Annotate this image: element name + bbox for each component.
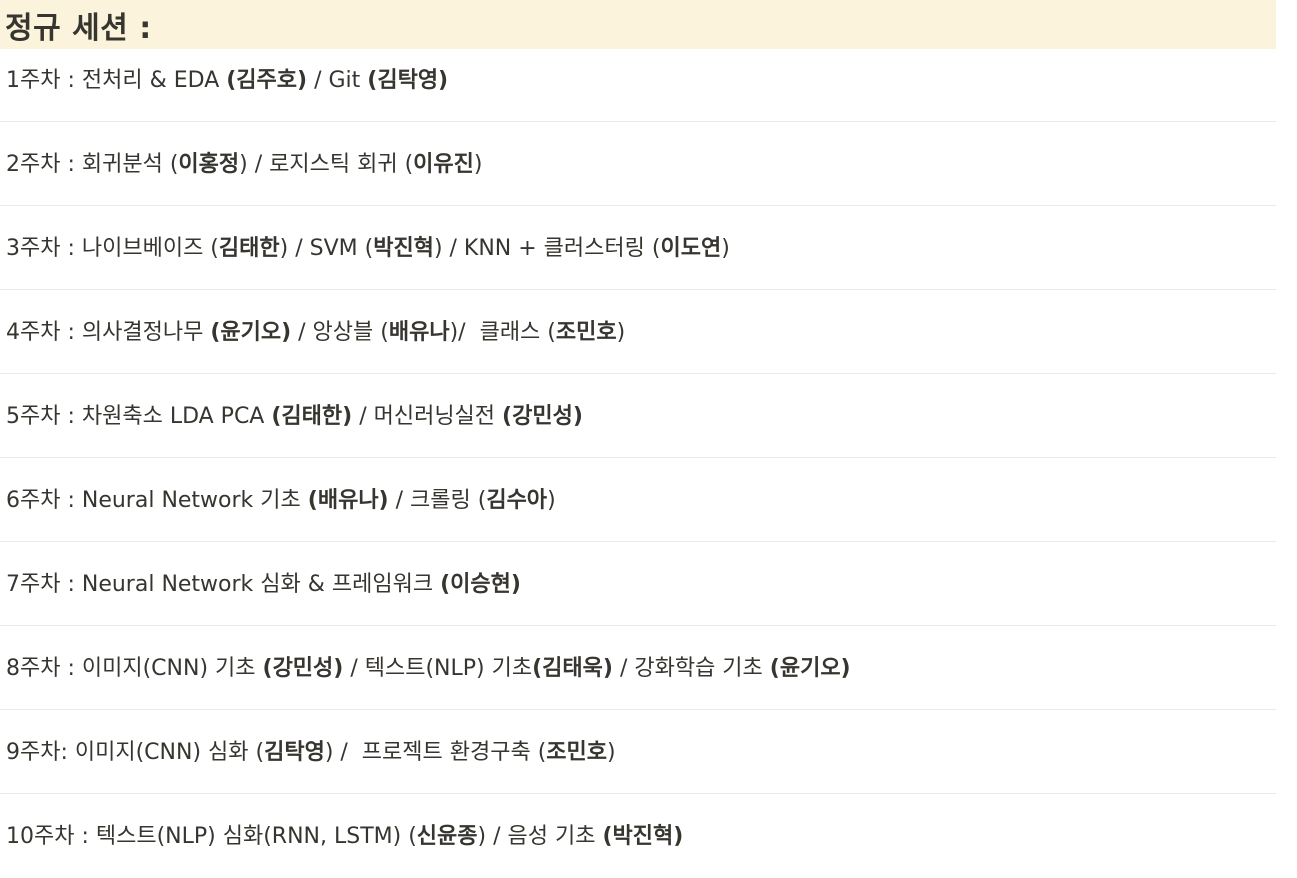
- session-row-text: 4주차 : 의사결정나무 (윤기오) / 앙상블 (배유나)/ 클래스 (조민호…: [6, 322, 625, 344]
- text-segment: 10주차 : 텍스트(NLP) 심화(RNN, LSTM) (: [6, 824, 417, 849]
- section-heading-text: 정규 세션 :: [5, 10, 152, 46]
- session-row-week-5: 5주차 : 차원축소 LDA PCA (김태한) / 머신러닝실전 (강민성): [0, 374, 1276, 458]
- text-segment: ): [616, 320, 626, 345]
- instructor-name: 배유나: [388, 320, 450, 345]
- text-segment: ): [721, 236, 730, 261]
- instructor-name: (김태욱): [532, 656, 613, 681]
- session-row-week-2: 2주차 : 회귀분석 (이홍정) / 로지스틱 회귀 (이유진): [0, 122, 1276, 206]
- text-segment: 7주차 : Neural Network 심화 & 프레임워크: [6, 572, 441, 597]
- session-row-week-7: 7주차 : Neural Network 심화 & 프레임워크 (이승현): [0, 542, 1276, 626]
- text-segment: ) / SVM (: [279, 236, 374, 261]
- session-row-week-8: 8주차 : 이미지(CNN) 기초 (강민성) / 텍스트(NLP) 기초(김태…: [0, 626, 1276, 710]
- instructor-name: (강민성): [262, 656, 344, 681]
- instructor-name: (김탁영): [367, 68, 449, 93]
- instructor-name: 박진혁: [373, 236, 434, 261]
- instructor-name: (김주호): [226, 68, 308, 93]
- text-segment: ): [473, 152, 483, 177]
- session-row-week-6: 6주차 : Neural Network 기초 (배유나) / 크롤링 (김수아…: [0, 458, 1276, 542]
- instructor-name: (강민성): [502, 404, 583, 429]
- section-heading: 정규 세션 :: [0, 0, 1276, 49]
- instructor-name: 김태한: [218, 236, 280, 261]
- instructor-name: (배유나): [307, 488, 389, 513]
- instructor-name: 김수아: [486, 488, 548, 513]
- text-segment: 8주차 : 이미지(CNN) 기초: [6, 656, 263, 681]
- text-segment: ): [547, 488, 556, 513]
- session-row-week-9: 9주차: 이미지(CNN) 심화 (김탁영) / 프로젝트 환경구축 (조민호): [0, 710, 1276, 794]
- session-row-text: 3주차 : 나이브베이즈 (김태한) / SVM (박진혁) / KNN + 클…: [6, 238, 730, 260]
- text-segment: ) / 음성 기초: [477, 824, 603, 849]
- session-row-text: 2주차 : 회귀분석 (이홍정) / 로지스틱 회귀 (이유진): [6, 154, 482, 176]
- session-row-text: 5주차 : 차원축소 LDA PCA (김태한) / 머신러닝실전 (강민성): [6, 406, 583, 428]
- page: 정규 세션 : 1주차 : 전처리 & EDA (김주호) / Git (김탁영…: [0, 0, 1297, 875]
- text-segment: / 텍스트(NLP) 기초: [343, 656, 533, 681]
- session-row-text: 1주차 : 전처리 & EDA (김주호) / Git (김탁영): [6, 70, 448, 92]
- session-list: 1주차 : 전처리 & EDA (김주호) / Git (김탁영) 2주차 : …: [0, 49, 1276, 878]
- text-segment: / 강화학습 기초: [612, 656, 770, 681]
- text-segment: 1주차 : 전처리 & EDA: [6, 68, 227, 93]
- text-segment: 3주차 : 나이브베이즈 (: [6, 236, 219, 261]
- instructor-name: (이승현): [440, 572, 521, 597]
- instructor-name: (윤기오): [210, 320, 292, 345]
- text-segment: )/ 클래스 (: [449, 320, 556, 345]
- text-segment: / Git: [307, 68, 368, 93]
- session-row-week-4: 4주차 : 의사결정나무 (윤기오) / 앙상블 (배유나)/ 클래스 (조민호…: [0, 290, 1276, 374]
- text-segment: 9주차: 이미지(CNN) 심화 (: [6, 740, 265, 765]
- instructor-name: 이홍정: [178, 152, 240, 177]
- instructor-name: 이유진: [413, 152, 474, 177]
- session-row-text: 9주차: 이미지(CNN) 심화 (김탁영) / 프로젝트 환경구축 (조민호): [6, 742, 616, 764]
- instructor-name: 김탁영: [264, 740, 325, 765]
- text-segment: 5주차 : 차원축소 LDA PCA: [6, 404, 272, 429]
- session-row-week-3: 3주차 : 나이브베이즈 (김태한) / SVM (박진혁) / KNN + 클…: [0, 206, 1276, 290]
- session-row-text: 7주차 : Neural Network 심화 & 프레임워크 (이승현): [6, 574, 521, 596]
- instructor-name: 조민호: [546, 740, 608, 765]
- text-segment: / 머신러닝실전: [352, 404, 503, 429]
- text-segment: ) / 로지스틱 회귀 (: [239, 152, 414, 177]
- text-segment: 2주차 : 회귀분석 (: [6, 152, 179, 177]
- text-segment: 6주차 : Neural Network 기초: [6, 488, 308, 513]
- instructor-name: 조민호: [555, 320, 617, 345]
- session-row-week-10: 10주차 : 텍스트(NLP) 심화(RNN, LSTM) (신윤종) / 음성…: [0, 794, 1276, 878]
- instructor-name: (김태한): [271, 404, 353, 429]
- text-segment: ) / 프로젝트 환경구축 (: [324, 740, 547, 765]
- text-segment: / 크롤링 (: [388, 488, 487, 513]
- session-row-text: 10주차 : 텍스트(NLP) 심화(RNN, LSTM) (신윤종) / 음성…: [6, 826, 683, 848]
- text-segment: / 앙상블 (: [291, 320, 389, 345]
- session-row-text: 6주차 : Neural Network 기초 (배유나) / 크롤링 (김수아…: [6, 490, 556, 512]
- instructor-name: 이도연: [660, 236, 722, 261]
- text-segment: 4주차 : 의사결정나무: [6, 320, 211, 345]
- instructor-name: (윤기오): [769, 656, 851, 681]
- session-row-week-1: 1주차 : 전처리 & EDA (김주호) / Git (김탁영): [0, 49, 1276, 122]
- session-row-text: 8주차 : 이미지(CNN) 기초 (강민성) / 텍스트(NLP) 기초(김태…: [6, 658, 851, 680]
- instructor-name: 신윤종: [416, 824, 478, 849]
- instructor-name: (박진혁): [602, 824, 684, 849]
- text-segment: ) / KNN + 클러스터링 (: [433, 236, 661, 261]
- text-segment: ): [607, 740, 616, 765]
